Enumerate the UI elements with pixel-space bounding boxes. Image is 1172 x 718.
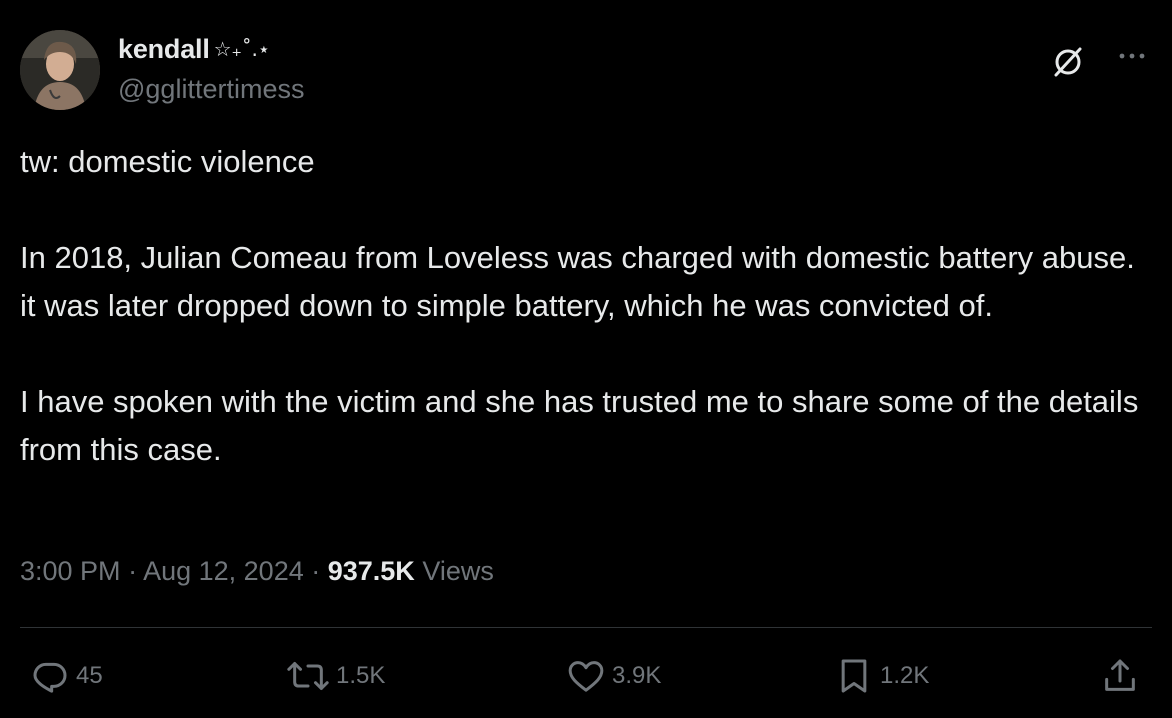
views-count: 937.5K <box>327 556 415 586</box>
post-paragraph: In 2018, Julian Comeau from Loveless was… <box>20 240 1135 323</box>
user-handle[interactable]: @gglittertimess <box>118 74 304 105</box>
display-name-text[interactable]: kendall <box>118 34 210 64</box>
repost-icon <box>286 656 330 696</box>
reply-icon <box>30 656 70 696</box>
post-meta: 3:00 PM · Aug 12, 2024 · 937.5K Views <box>20 556 494 587</box>
display-name[interactable]: kendall ☆₊˚.⋆ <box>118 34 270 65</box>
reply-count: 45 <box>76 662 103 689</box>
post-paragraph: I have spoken with the victim and she ha… <box>20 384 1139 467</box>
tweet: kendall ☆₊˚.⋆ @gglittertimess tw: domesti… <box>0 0 1172 718</box>
like-count: 3.9K <box>612 662 662 689</box>
like-button[interactable]: 3.9K <box>566 656 661 696</box>
name-decoration: ☆₊˚.⋆ <box>213 37 271 61</box>
share-button[interactable] <box>1100 656 1140 696</box>
bookmark-button[interactable]: 1.2K <box>834 656 929 696</box>
repost-count: 1.5K <box>336 662 386 689</box>
grok-icon[interactable] <box>1050 44 1086 80</box>
heart-icon <box>566 656 606 696</box>
post-date[interactable]: Aug 12, 2024 <box>143 556 304 586</box>
post-time[interactable]: 3:00 PM <box>20 556 121 586</box>
views-label: Views <box>414 556 494 586</box>
avatar[interactable] <box>20 30 100 110</box>
repost-button[interactable]: 1.5K <box>286 656 385 696</box>
share-icon <box>1100 656 1140 696</box>
divider <box>20 627 1152 628</box>
reply-button[interactable]: 45 <box>30 656 103 696</box>
post-body: tw: domestic violence In 2018, Julian Co… <box>20 138 1140 474</box>
bookmark-count: 1.2K <box>880 662 930 689</box>
post-paragraph: tw: domestic violence <box>20 144 315 179</box>
more-icon[interactable] <box>1114 44 1150 68</box>
meta-separator: · <box>303 556 328 586</box>
bookmark-icon <box>834 656 874 696</box>
meta-separator: · <box>120 556 144 586</box>
